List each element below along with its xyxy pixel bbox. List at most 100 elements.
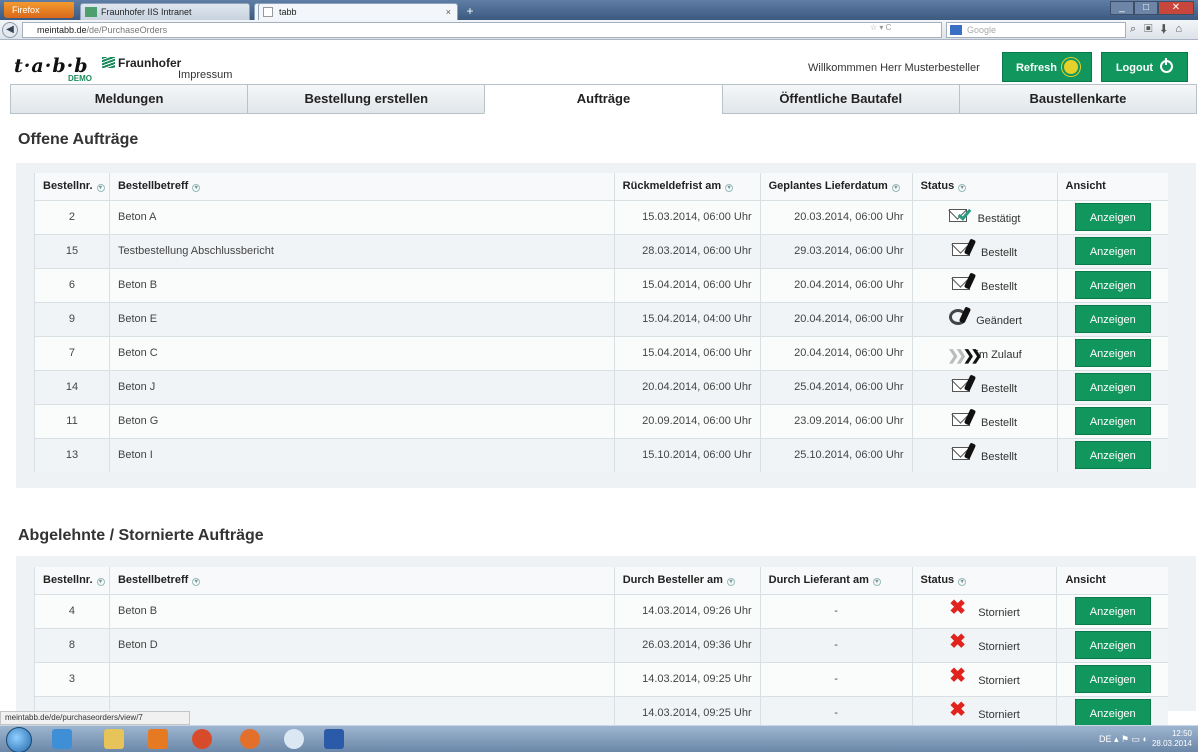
browser-toolbar-icons[interactable]: ⌕▣⬇⌂ [1130,23,1190,36]
explorer-folder-icon[interactable] [104,729,124,749]
refresh-button[interactable]: Refresh [1002,52,1092,82]
tab-bestellung-erstellen[interactable]: Bestellung erstellen [247,84,486,114]
minimize-icon[interactable]: _ [1110,1,1134,15]
ordered-icon [951,442,978,463]
show-order-button[interactable]: Anzeigen [1074,597,1151,625]
col-bestellbetreff[interactable]: Bestellbetreff ▾ [108,567,615,594]
show-order-button[interactable]: Anzeigen [1074,665,1151,693]
col-bestellbetreff[interactable]: Bestellbetreff ▾ [108,173,615,200]
close-icon[interactable]: ✕ [1158,1,1194,15]
ie-icon[interactable] [52,729,72,749]
show-order-button[interactable]: Anzeigen [1074,699,1151,728]
table-row: 2 Beton A 15.03.2014, 06:00 Uhr 20.03.2014,… [34,199,1168,234]
sort-icon[interactable]: ▾ [725,184,734,193]
cell-status: ❯❯❯❯ im Zulauf [911,335,1057,370]
cell-nr-text: 8 [68,639,76,651]
show-order-button[interactable]: Anzeigen [1074,339,1151,367]
status-badge: ❯❯❯❯ im Zulauf [947,343,1021,363]
col-label: Bestellbetreff [117,574,189,587]
col-status[interactable]: Status ▾ [911,173,1057,200]
sort-icon[interactable]: ▾ [872,578,881,587]
col-rueckmeldefrist[interactable]: Rückmeldefrist am ▾ [613,173,761,200]
browser-tab-intranet[interactable]: Fraunhofer IIS Intranet [80,3,250,20]
cell-delivery-text: 20.03.2014, 06:00 Uhr [794,211,904,223]
blank-page-icon [263,7,273,17]
sort-icon[interactable]: ▾ [958,578,967,587]
cell-action: Anzeigen [1056,661,1168,696]
show-order-button[interactable]: Anzeigen [1074,373,1151,401]
tab-baustellenkarte[interactable]: Baustellenkarte [958,84,1198,114]
cancelled-icon: ✖ [949,666,975,687]
col-lieferdatum[interactable]: Geplantes Lieferdatum ▾ [759,173,913,200]
table-header-row: Bestellnr. ▾ Bestellbetreff ▾ Rückmeldefri… [34,173,1168,200]
cell-delivery: 29.03.2014, 06:00 Uhr [759,233,913,268]
fraunhofer-favicon-icon [85,7,97,17]
tab-oeffentliche-bautafel[interactable]: Öffentliche Bautafel [721,84,960,114]
show-order-button[interactable]: Anzeigen [1074,407,1151,435]
col-bestellnr[interactable]: Bestellnr. ▾ [34,567,110,594]
cell-nr: 4 [34,593,110,628]
windows-taskbar: DE ▴ ⚑ ▭ ◐ 12:50 28.03.2014 [0,725,1198,752]
firefox-menu-button[interactable]: Firefox [4,2,74,18]
col-bestellnr[interactable]: Bestellnr. ▾ [34,173,110,200]
cell-subject: Beton A [108,199,615,234]
app-circle-icon[interactable] [284,729,304,749]
table-row: 3 14.03.2014, 09:25 Uhr - ✖ Storniert Anzeige… [34,661,1168,696]
col-label: Status [920,180,955,193]
col-durch-besteller[interactable]: Durch Besteller am ▾ [613,567,761,594]
col-label: Ansicht [1065,180,1106,193]
tab-meldungen[interactable]: Meldungen [10,84,249,114]
cell-status: ✖ Storniert [911,627,1057,662]
sort-icon[interactable]: ▾ [192,578,201,587]
show-order-button[interactable]: Anzeigen [1074,305,1151,333]
sort-icon[interactable]: ▾ [958,184,967,193]
cell-subject-text: Beton C [117,347,158,359]
cell-subject: Beton E [108,301,615,336]
cell-by_supplier-text: - [834,639,838,651]
start-button-icon[interactable] [6,727,32,752]
cell-subject: Beton D [108,627,615,662]
open-orders-table: Bestellnr. ▾ Bestellbetreff ▾ Rückmeldefri… [34,173,1168,472]
show-order-button[interactable]: Anzeigen [1074,631,1151,659]
language-indicator[interactable]: DE [1099,734,1112,744]
cell-subject-text: Beton B [117,279,158,291]
tab-auftraege[interactable]: Aufträge [484,84,723,114]
cell-by_orderer-text: 14.03.2014, 09:26 Uhr [642,605,752,617]
media-player-icon[interactable] [148,729,168,749]
col-status[interactable]: Status ▾ [911,567,1057,594]
cell-by_supplier-text: - [834,707,838,720]
logout-button[interactable]: Logout [1101,52,1188,82]
cell-deadline-text: 28.03.2014, 06:00 Uhr [642,245,752,257]
search-input[interactable]: Google [946,22,1126,38]
cell-by_orderer: 14.03.2014, 09:26 Uhr [613,593,761,628]
inflow-arrows-shape: ❯❯❯❯ [947,346,982,363]
back-arrow-icon[interactable]: ◀ [2,22,18,38]
confirmed-icon [948,205,975,225]
tray-icons[interactable]: DE ▴ ⚑ ▭ ◐ [1099,734,1148,745]
url-bar[interactable]: meintabb.de/de/PurchaseOrders [22,22,942,38]
bookmark-star-icon[interactable]: ☆ ▾ C [870,23,950,35]
sort-icon[interactable]: ▾ [96,578,105,587]
sort-icon[interactable]: ▾ [726,578,735,587]
sort-icon[interactable]: ▾ [891,184,900,193]
maximize-icon[interactable]: □ [1134,1,1158,15]
cell-deadline: 20.09.2014, 06:00 Uhr [613,403,761,438]
col-durch-lieferant[interactable]: Durch Lieferant am ▾ [759,567,913,594]
cell-nr-text: 6 [68,279,76,291]
cell-deadline: 28.03.2014, 06:00 Uhr [613,233,761,268]
show-order-button[interactable]: Anzeigen [1074,203,1151,231]
word-icon[interactable] [324,729,344,749]
impressum-link[interactable]: Impressum [178,69,232,81]
chrome-icon[interactable] [192,729,212,749]
tab-close-icon[interactable]: × [446,4,451,20]
new-tab-button[interactable]: + [462,4,478,19]
cell-subject-text: Beton I [117,449,153,462]
sort-icon[interactable]: ▾ [192,184,201,193]
browser-tab-active[interactable]: tabb × [258,3,458,20]
clock[interactable]: 12:50 28.03.2014 [1152,729,1192,749]
show-order-button[interactable]: Anzeigen [1074,237,1151,265]
show-order-button[interactable]: Anzeigen [1074,441,1151,470]
show-order-button[interactable]: Anzeigen [1074,271,1151,299]
sort-icon[interactable]: ▾ [96,184,105,193]
firefox-icon[interactable] [240,729,260,749]
